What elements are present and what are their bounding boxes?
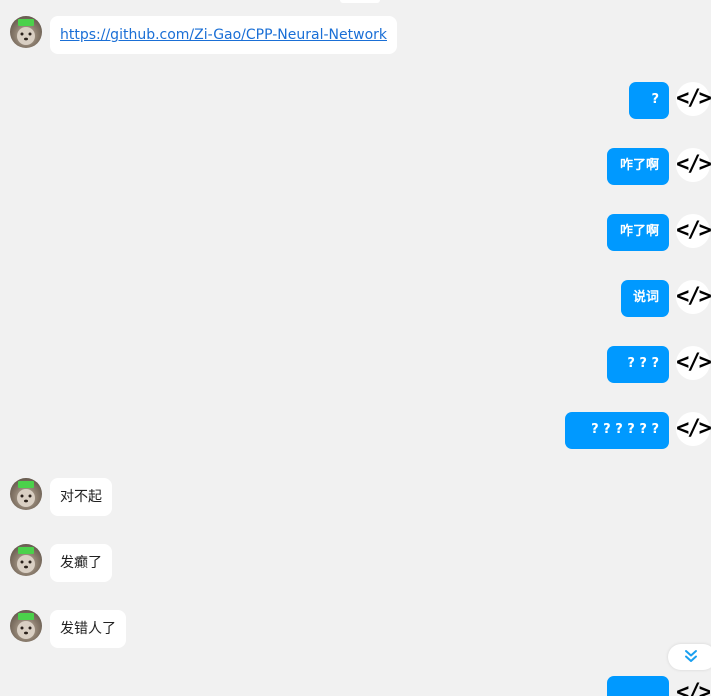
scroll-to-bottom-button[interactable]	[668, 644, 711, 670]
message-text: 对不起	[60, 489, 102, 505]
code-icon[interactable]: </>	[676, 214, 711, 248]
message-text: ? ? ?	[627, 356, 659, 371]
outgoing-message-bubble[interactable]	[607, 676, 669, 696]
avatar-image	[17, 613, 35, 639]
message-text: 咋了啊	[619, 224, 659, 239]
code-icon[interactable]: </>	[676, 676, 710, 696]
message-text: 发癫了	[60, 555, 102, 571]
code-icon[interactable]: </>	[676, 412, 711, 446]
avatar[interactable]	[10, 544, 42, 576]
outgoing-message-bubble[interactable]: ? ? ?	[607, 346, 669, 383]
outgoing-message-bubble[interactable]: 说词	[621, 280, 669, 317]
message-text: 发错人了	[60, 621, 116, 637]
avatar-image	[17, 481, 35, 507]
outgoing-message-bubble[interactable]: 咋了啊	[607, 214, 669, 251]
avatar[interactable]	[10, 478, 42, 510]
message-text: 说词	[632, 290, 659, 305]
code-icon[interactable]: </>	[676, 280, 711, 314]
code-icon[interactable]: </>	[676, 346, 711, 380]
incoming-message-bubble[interactable]: 发错人了	[50, 610, 126, 648]
top-edge-divider	[340, 0, 380, 3]
message-link[interactable]: https://github.com/Zi-Gao/CPP-Neural-Net…	[60, 27, 387, 43]
message-text: 咋了啊	[619, 158, 659, 173]
outgoing-message-bubble[interactable]: ?	[629, 82, 669, 119]
double-chevron-down-icon	[685, 650, 697, 662]
chat-message-list[interactable]: https://github.com/Zi-Gao/CPP-Neural-Net…	[0, 0, 711, 696]
avatar-image	[17, 547, 35, 573]
message-text: ?	[651, 92, 659, 107]
outgoing-message-bubble[interactable]: ? ? ? ? ? ?	[565, 412, 669, 449]
incoming-message-bubble[interactable]: 发癫了	[50, 544, 112, 582]
avatar-image	[17, 19, 35, 45]
code-icon[interactable]: </>	[676, 82, 711, 116]
incoming-message-bubble[interactable]: 对不起	[50, 478, 112, 516]
message-text: ? ? ? ? ? ?	[591, 422, 659, 437]
outgoing-message-bubble[interactable]: 咋了啊	[607, 148, 669, 185]
avatar[interactable]	[10, 610, 42, 642]
incoming-message-bubble[interactable]: https://github.com/Zi-Gao/CPP-Neural-Net…	[50, 16, 397, 54]
avatar[interactable]	[10, 16, 42, 48]
code-icon[interactable]: </>	[676, 148, 711, 182]
